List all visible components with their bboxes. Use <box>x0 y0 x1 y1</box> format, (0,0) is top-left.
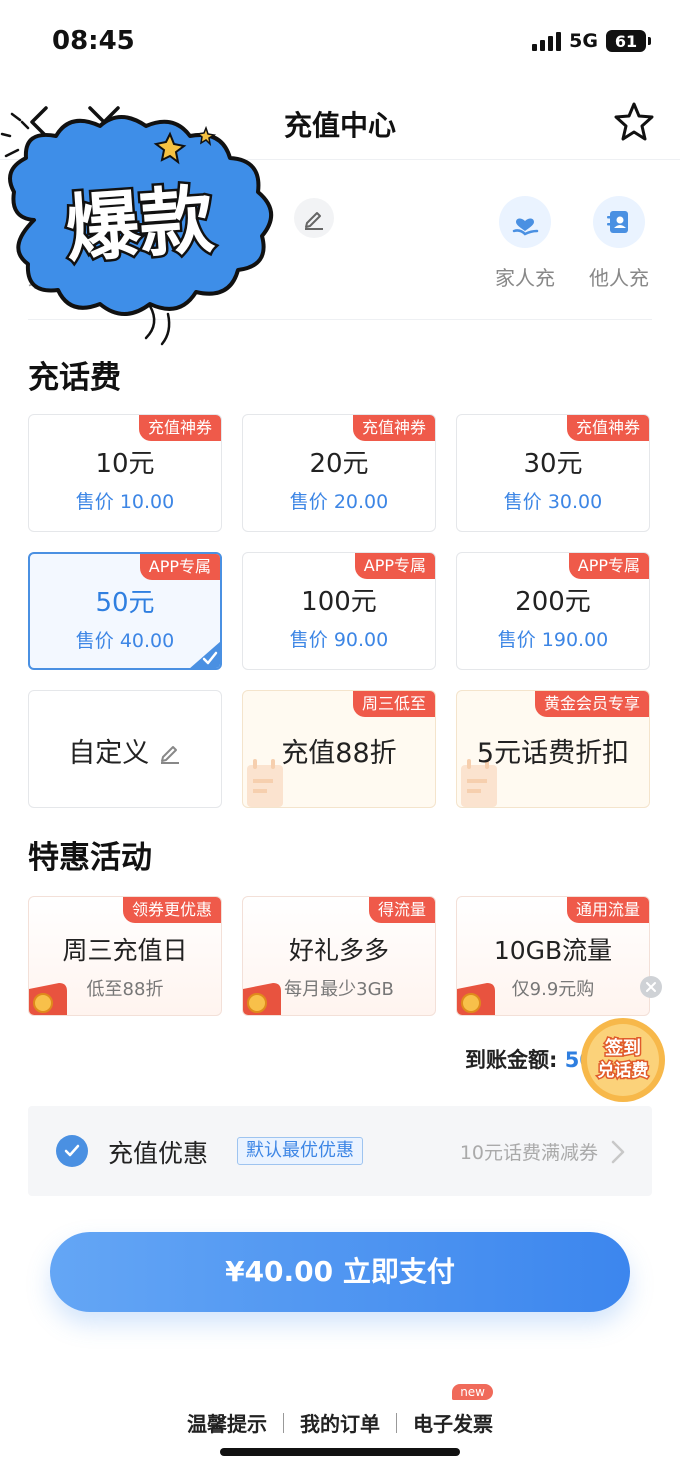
coupon-tag: 充值神券 <box>566 415 649 441</box>
arrival-label: 到账金额: <box>465 1048 565 1072</box>
network-type: 5G <box>569 30 598 52</box>
activity-title: 10GB流量 <box>493 936 613 965</box>
promo-text: 5元话费折扣 <box>476 738 630 769</box>
my-orders-link[interactable]: 我的订单 <box>300 1408 380 1437</box>
app-exclusive-tag: APP专属 <box>354 553 435 579</box>
topup-section-title: 充话费 <box>28 360 121 396</box>
promo-tag: 周三低至 <box>352 691 435 717</box>
status-bar: 08:45 5G 61 <box>0 0 680 90</box>
wednesday-discount-card[interactable]: 周三低至 充值88折 <box>242 690 436 808</box>
activity-title: 好礼多多 <box>288 936 389 965</box>
close-ad-button[interactable] <box>640 976 662 998</box>
invoice-link[interactable]: 电子发票 new <box>413 1384 493 1437</box>
heart-hand-icon <box>499 196 551 248</box>
pay-now-button[interactable]: ¥40.00 立即支付 <box>50 1232 630 1312</box>
topup-price: 售价 90.00 <box>289 629 389 651</box>
redeem-text: 兑话费 <box>598 1060 649 1081</box>
topup-card-20[interactable]: 充值神券 20元 售价 20.00 <box>242 414 436 532</box>
edit-number-button[interactable] <box>294 198 334 238</box>
activity-tag: 得流量 <box>368 897 435 923</box>
topup-card-30[interactable]: 充值神券 30元 售价 30.00 <box>456 414 650 532</box>
topup-amount: 200元 <box>515 587 591 617</box>
topup-price: 售价 10.00 <box>75 491 175 513</box>
footer-links: 温馨提示 我的订单 电子发票 new <box>0 1384 680 1437</box>
invoice-label: 电子发票 <box>413 1412 493 1436</box>
topup-amount: 30元 <box>523 449 583 479</box>
topup-amount: 100元 <box>301 587 377 617</box>
topup-card-100[interactable]: APP专属 100元 售价 90.00 <box>242 552 436 670</box>
promo-text: 充值88折 <box>281 738 397 769</box>
activity-card-data[interactable]: 通用流量 10GB流量 仅9.9元购 <box>456 896 650 1016</box>
app-exclusive-tag: APP专属 <box>139 554 220 580</box>
hot-sticker: 爆款 <box>0 112 273 346</box>
chevron-right-icon <box>611 1140 625 1164</box>
contact-book-icon <box>593 196 645 248</box>
arrival-amount: 到账金额: 50 <box>465 1044 594 1074</box>
gold-member-card[interactable]: 黄金会员专享 5元话费折扣 <box>456 690 650 808</box>
app-exclusive-tag: APP专属 <box>568 553 649 579</box>
offer-label: 充值优惠 <box>108 1139 209 1168</box>
tips-link[interactable]: 温馨提示 <box>187 1408 267 1437</box>
activity-card-wednesday[interactable]: 领券更优惠 周三充值日 低至88折 <box>28 896 222 1016</box>
divider <box>283 1412 284 1433</box>
sticker-text: 爆款 <box>63 177 217 273</box>
sign-in-text: 签到 <box>604 1037 641 1059</box>
family-topup-button[interactable]: 家人充 <box>490 196 560 291</box>
signal-icon <box>532 31 562 51</box>
family-topup-label: 家人充 <box>495 266 555 290</box>
topup-amount: 20元 <box>309 449 369 479</box>
topup-amount: 50元 <box>95 588 155 618</box>
promo-tag: 黄金会员专享 <box>534 691 649 717</box>
activity-card-gifts[interactable]: 得流量 好礼多多 每月最少3GB <box>242 896 436 1016</box>
topup-card-10[interactable]: 充值神券 10元 售价 10.00 <box>28 414 222 532</box>
topup-price: 售价 20.00 <box>289 491 389 513</box>
offer-selector[interactable]: 充值优惠 默认最优优惠 10元话费满减券 <box>28 1106 652 1196</box>
pencil-icon <box>305 212 323 230</box>
home-indicator <box>220 1448 460 1456</box>
activity-title: 周三充值日 <box>62 936 188 965</box>
coupon-tag: 充值神券 <box>138 415 221 441</box>
check-circle-icon[interactable] <box>56 1135 88 1167</box>
activity-tag: 领券更优惠 <box>122 897 221 923</box>
selected-check-icon <box>190 641 220 668</box>
topup-price: 售价 30.00 <box>503 491 603 513</box>
close-icon <box>646 982 656 992</box>
status-indicators: 5G 61 <box>532 30 651 52</box>
divider <box>396 1412 397 1433</box>
best-offer-badge: 默认最优优惠 <box>237 1137 363 1165</box>
custom-amount-row: 自定义 <box>29 731 221 770</box>
coupon-tag: 充值神券 <box>352 415 435 441</box>
topup-amount: 10元 <box>95 449 155 479</box>
new-badge: new <box>452 1384 493 1400</box>
topup-card-50[interactable]: APP专属 50元 售价 40.00 <box>28 552 222 670</box>
red-envelope-icon <box>29 983 67 1015</box>
red-envelope-icon <box>457 983 495 1015</box>
others-topup-label: 他人充 <box>589 266 649 290</box>
activities-section-title: 特惠活动 <box>28 840 152 876</box>
others-topup-button[interactable]: 他人充 <box>584 196 654 291</box>
topup-card-200[interactable]: APP专属 200元 售价 190.00 <box>456 552 650 670</box>
red-envelope-icon <box>243 983 281 1015</box>
status-time: 08:45 <box>52 26 135 56</box>
activity-tag: 通用流量 <box>566 897 649 923</box>
sign-in-reward-badge[interactable]: 签到 兑话费 <box>578 1016 668 1104</box>
pencil-icon <box>160 746 179 764</box>
coupon-name: 10元话费满减券 <box>459 1142 598 1164</box>
custom-amount-card[interactable]: 自定义 <box>28 690 222 808</box>
star-icon[interactable] <box>612 100 656 144</box>
battery-icon: 61 <box>606 30 651 52</box>
custom-amount-label: 自定义 <box>68 738 150 769</box>
topup-price: 售价 190.00 <box>497 629 609 651</box>
